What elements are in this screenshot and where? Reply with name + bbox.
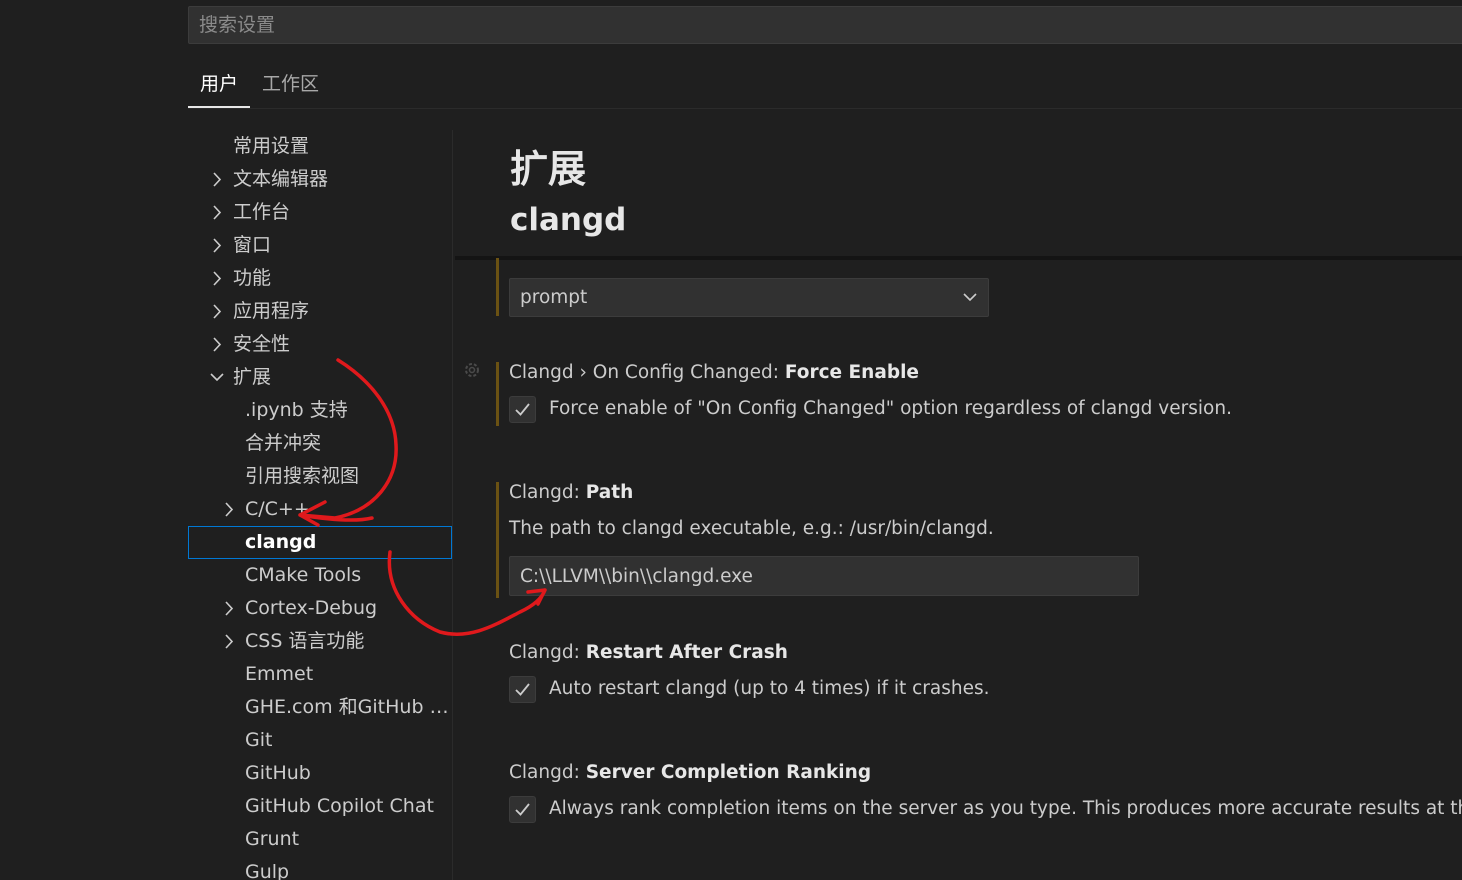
- toc-item-github[interactable]: GitHub: [188, 757, 452, 790]
- check-icon: [515, 803, 530, 816]
- toc-item-label: 合并冲突: [245, 432, 322, 454]
- setting-force-enable: Clangd › On Config Changed: Force Enable…: [496, 362, 1456, 428]
- tab-workspace[interactable]: 工作区: [250, 62, 331, 108]
- toc-item-cmake-tools[interactable]: CMake Tools: [188, 559, 452, 592]
- chevron-down-icon: [963, 293, 977, 302]
- toc-item-引用搜索视图[interactable]: 引用搜索视图: [188, 460, 452, 493]
- toc-item-label: C/C++: [245, 498, 310, 520]
- settings-search-input[interactable]: [189, 7, 1462, 43]
- toc-item-应用程序[interactable]: 应用程序: [188, 295, 452, 328]
- chevron-right-icon[interactable]: [221, 493, 237, 526]
- toc-item-ghe-com-和github-en[interactable]: GHE.com 和GitHub En...: [188, 691, 452, 724]
- setting-path: Clangd: Path The path to clangd executab…: [496, 482, 1456, 600]
- tabs-divider: [188, 108, 1462, 109]
- toc-item-功能[interactable]: 功能: [188, 262, 452, 295]
- chevron-right-icon[interactable]: [209, 262, 225, 295]
- toc-item-label: 扩展: [233, 366, 272, 388]
- on-config-changed-select[interactable]: prompt: [509, 278, 989, 317]
- chevron-right-icon[interactable]: [221, 592, 237, 625]
- toc-item-label: 安全性: [233, 333, 291, 355]
- restart-after-crash-checkbox[interactable]: [509, 676, 536, 703]
- setting-description: The path to clangd executable, e.g.: /us…: [509, 518, 994, 539]
- server-completion-ranking-label: Always rank completion items on the serv…: [549, 798, 1462, 819]
- settings-scope-tabs: 用户 工作区: [188, 62, 331, 108]
- toc-divider: [452, 130, 453, 880]
- settings-content-header: 扩展 clangd: [455, 130, 1462, 258]
- section-heading: 扩展: [510, 147, 587, 191]
- setting-title: Clangd: Restart After Crash: [509, 642, 788, 663]
- chevron-right-icon[interactable]: [209, 229, 225, 262]
- chevron-right-icon[interactable]: [209, 163, 225, 196]
- toc-item-label: 常用设置: [233, 135, 310, 157]
- setting-on-config-changed: prompt: [496, 258, 1436, 318]
- setting-title: Clangd: Server Completion Ranking: [509, 762, 872, 783]
- subsection-heading: clangd: [510, 202, 627, 238]
- toc-item-label: .ipynb 支持: [245, 399, 348, 421]
- chevron-right-icon[interactable]: [221, 625, 237, 658]
- toc-item-emmet[interactable]: Emmet: [188, 658, 452, 691]
- toc-item-label: Git: [245, 729, 273, 751]
- toc-item-label: GHE.com 和GitHub En...: [245, 696, 452, 718]
- toc-item-label: CMake Tools: [245, 564, 362, 586]
- toc-item-gulp[interactable]: Gulp: [188, 856, 452, 880]
- chevron-right-icon[interactable]: [209, 295, 225, 328]
- toc-item-label: Emmet: [245, 663, 314, 685]
- toc-item-label: 引用搜索视图: [245, 465, 360, 487]
- toc-item-label: 工作台: [233, 201, 291, 223]
- toc-item-label: Grunt: [245, 828, 300, 850]
- toc-item-安全性[interactable]: 安全性: [188, 328, 452, 361]
- setting-server-completion-ranking: Clangd: Server Completion Ranking Always…: [496, 762, 1462, 828]
- clangd-path-field[interactable]: [509, 556, 1139, 596]
- gear-icon[interactable]: [462, 360, 482, 380]
- toc-item-label: GitHub Copilot Chat: [245, 795, 434, 817]
- check-icon: [515, 403, 530, 416]
- toc-item-工作台[interactable]: 工作台: [188, 196, 452, 229]
- toc-item-c-c[interactable]: C/C++: [188, 493, 452, 526]
- server-completion-ranking-checkbox[interactable]: [509, 796, 536, 823]
- toc-item-文本编辑器[interactable]: 文本编辑器: [188, 163, 452, 196]
- toc-item-label: 功能: [233, 267, 272, 289]
- toc-item-label: 应用程序: [233, 300, 310, 322]
- toc-item-label: Gulp: [245, 861, 290, 880]
- force-enable-label: Force enable of "On Config Changed" opti…: [549, 398, 1232, 419]
- toc-item-css-语言功能[interactable]: CSS 语言功能: [188, 625, 452, 658]
- tab-user[interactable]: 用户: [188, 62, 251, 108]
- select-value: prompt: [520, 287, 588, 308]
- toc-item-github-copilot-chat[interactable]: GitHub Copilot Chat: [188, 790, 452, 823]
- restart-after-crash-label: Auto restart clangd (up to 4 times) if i…: [549, 678, 990, 699]
- toc-item-合并冲突[interactable]: 合并冲突: [188, 427, 452, 460]
- toc-item-label: 文本编辑器: [233, 168, 329, 190]
- settings-toc-tree: 常用设置文本编辑器工作台窗口功能应用程序安全性扩展 .ipynb 支持 合并冲突引用…: [188, 130, 452, 880]
- toc-item-label: clangd: [245, 531, 317, 553]
- toc-item-clangd[interactable]: clangd: [188, 526, 452, 559]
- toc-item-扩展[interactable]: 扩展: [188, 361, 452, 394]
- force-enable-checkbox[interactable]: [509, 396, 536, 423]
- chevron-right-icon[interactable]: [209, 328, 225, 361]
- clangd-path-input[interactable]: [510, 557, 1138, 595]
- toc-item-cortex-debug[interactable]: Cortex-Debug: [188, 592, 452, 625]
- chevron-down-icon[interactable]: [209, 361, 225, 394]
- toc-item-ipynb-支持[interactable]: .ipynb 支持: [188, 394, 452, 427]
- toc-item-grunt[interactable]: Grunt: [188, 823, 452, 856]
- toc-item-label: 窗口: [233, 234, 272, 256]
- modified-indicator: [496, 258, 499, 316]
- toc-item-label: Cortex-Debug: [245, 597, 378, 619]
- toc-item-窗口[interactable]: 窗口: [188, 229, 452, 262]
- toc-item-git[interactable]: Git: [188, 724, 452, 757]
- toc-item-常用设置[interactable]: 常用设置: [188, 130, 452, 163]
- chevron-right-icon[interactable]: [209, 196, 225, 229]
- toc-item-label: CSS 语言功能: [245, 630, 365, 652]
- check-icon: [515, 683, 530, 696]
- setting-title: Clangd › On Config Changed: Force Enable: [509, 362, 919, 383]
- modified-indicator: [496, 482, 499, 598]
- setting-restart-after-crash: Clangd: Restart After Crash Auto restart…: [496, 642, 1456, 708]
- toc-item-label: GitHub: [245, 762, 311, 784]
- setting-title: Clangd: Path: [509, 482, 634, 503]
- settings-search-box[interactable]: [188, 6, 1462, 44]
- modified-indicator: [496, 362, 499, 426]
